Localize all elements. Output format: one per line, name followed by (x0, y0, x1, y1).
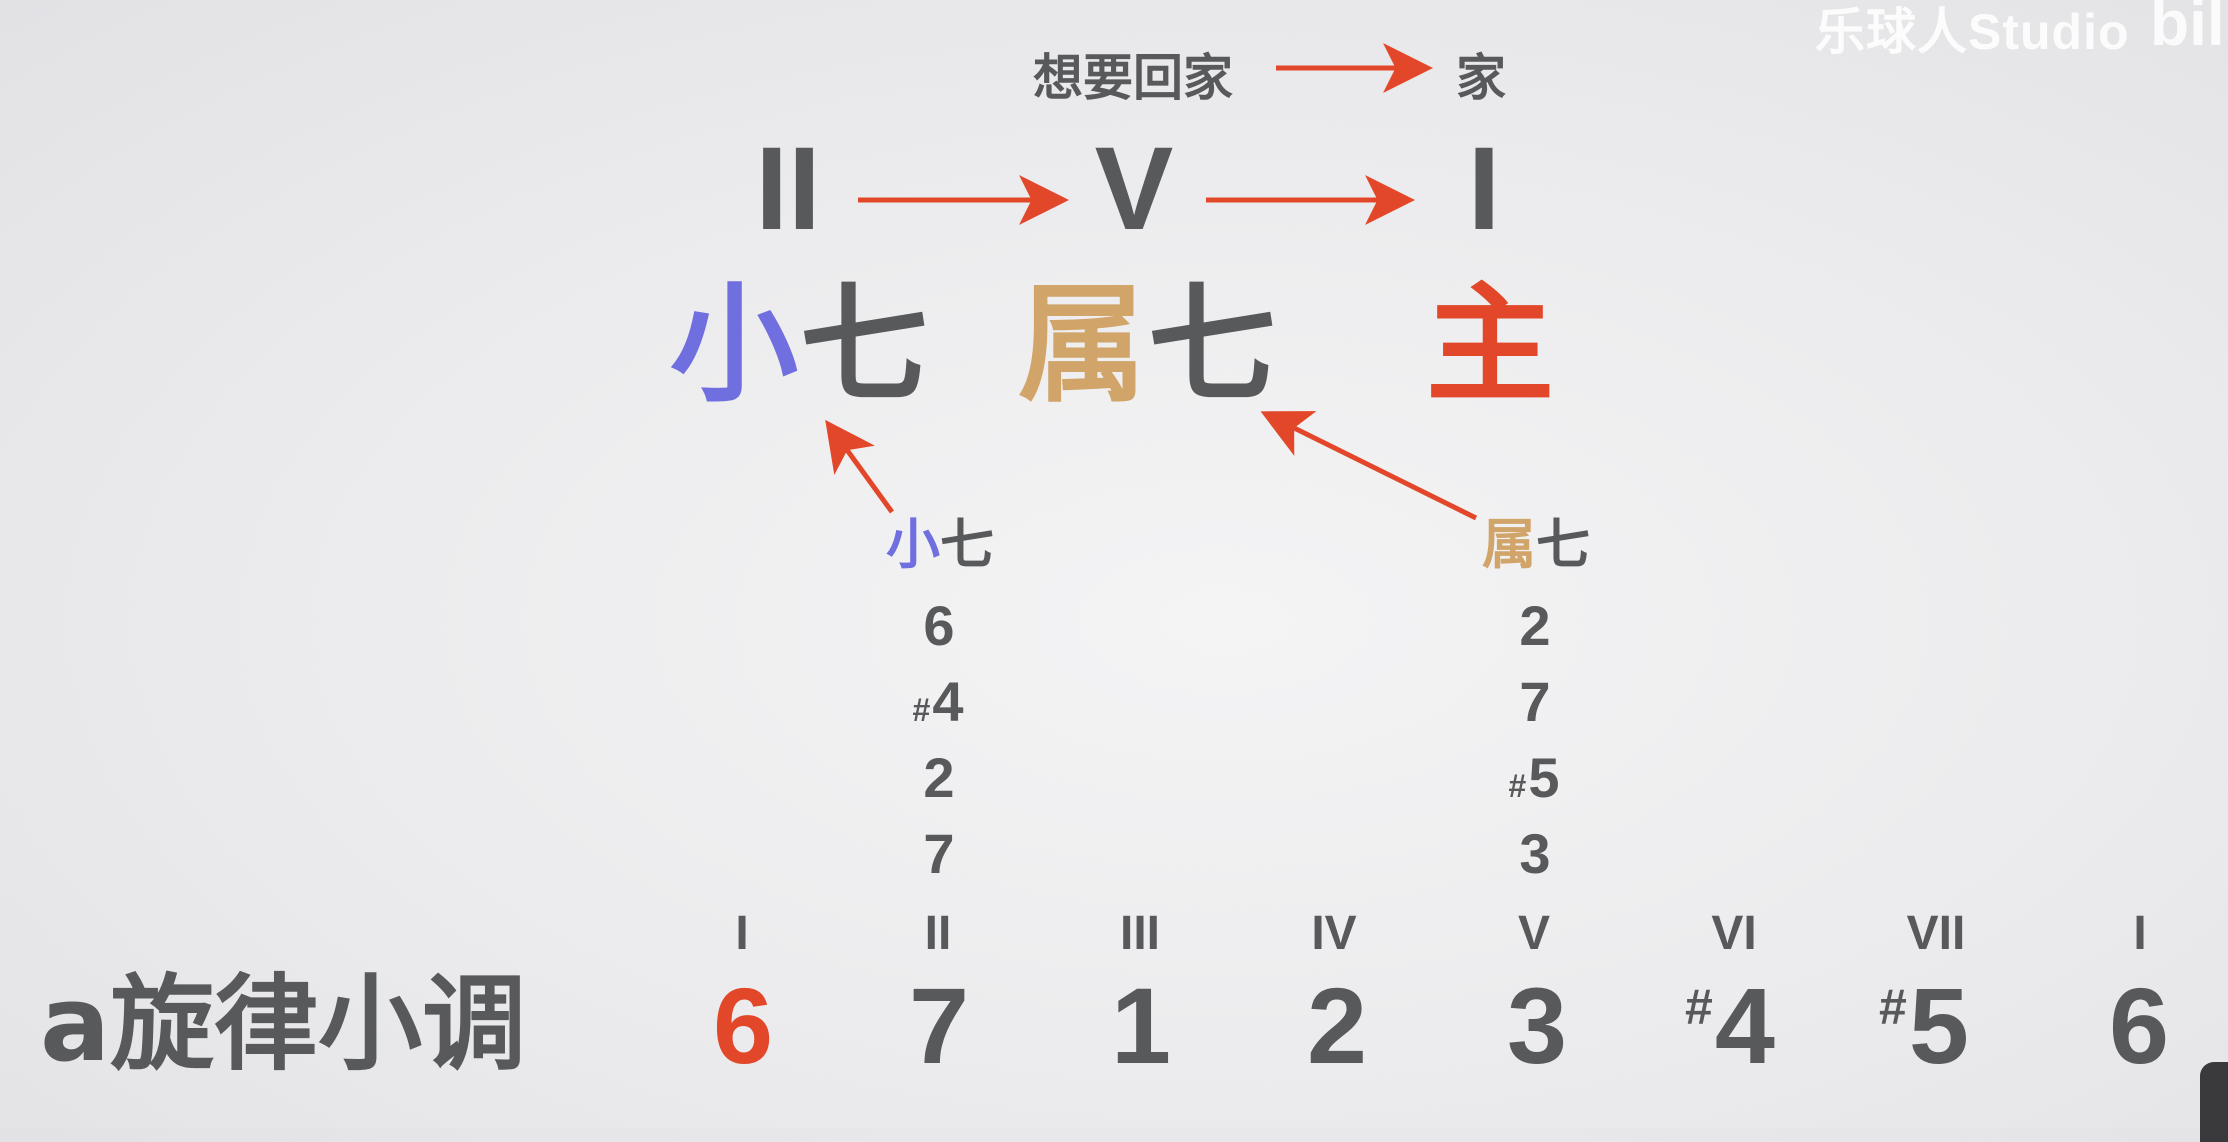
caption-want-home: 想要回家 (1033, 49, 1233, 107)
scale-note: 3 (1506, 965, 1568, 1086)
numeral-v: V (1094, 123, 1174, 255)
stack-minor-seventh: 七 (940, 513, 994, 576)
stack-minor-quality: 小 (886, 513, 940, 576)
scale-degree: IV (1311, 907, 1357, 960)
stack-note: 7 (923, 822, 955, 885)
arrow-minor-stack-up (825, 419, 895, 514)
numeral-i: I (1467, 123, 1501, 255)
chord-dom-seventh-char: 七 (1148, 271, 1279, 420)
chord-minor-seventh-char: 七 (800, 271, 931, 420)
scale-title: a旋律小调 (40, 963, 527, 1085)
stack-minor-label: 小七 (886, 518, 994, 572)
stack-note: #5 (1508, 746, 1560, 809)
caption-home: 家 (1456, 49, 1506, 107)
scale-note: 6 (2108, 965, 2170, 1086)
video-player-corner (2200, 1062, 2228, 1142)
scale-note-sharp: #4 (1685, 965, 1775, 1086)
stack-note: 7 (1519, 670, 1551, 733)
stack-minor-notes: 6 #4 2 7 (878, 588, 998, 892)
stack-dom-seventh: 七 (1536, 513, 1590, 576)
scale-degree: VI (1711, 907, 1757, 960)
scale-note-sharp: #5 (1879, 965, 1969, 1086)
scale-degree: III (1119, 907, 1161, 960)
arrow-dom-stack-up (1260, 411, 1478, 521)
scale-degree: V (1517, 907, 1551, 960)
stack-note: 6 (923, 594, 955, 657)
chord-minor-seventh: 小七 (670, 282, 930, 410)
scale-note: 7 (908, 965, 970, 1086)
scale-degree: I (735, 907, 749, 960)
stack-note: 2 (1519, 594, 1551, 657)
stack-dom-notes: 2 7 #5 3 (1474, 588, 1594, 892)
stack-dom-quality: 属 (1482, 513, 1536, 576)
stack-note: 2 (923, 746, 955, 809)
scale-degree: II (924, 907, 952, 960)
numeral-ii: II (755, 123, 821, 255)
scale-note-tonic: 6 (712, 965, 774, 1086)
scale-note: 2 (1306, 965, 1368, 1086)
chord-tonic: 主 (1426, 271, 1557, 420)
stack-dom-label: 属七 (1482, 518, 1590, 572)
scale-degree: I (2133, 907, 2147, 960)
chord-dom-quality: 属 (1018, 271, 1149, 420)
chord-minor-quality: 小 (670, 271, 801, 420)
scale-degree: VII (1906, 907, 1966, 960)
chord-dominant-seventh: 属七 (1018, 282, 1278, 410)
stack-note: #4 (912, 670, 964, 733)
stack-note: 3 (1519, 822, 1551, 885)
scale-note: 1 (1110, 965, 1172, 1086)
